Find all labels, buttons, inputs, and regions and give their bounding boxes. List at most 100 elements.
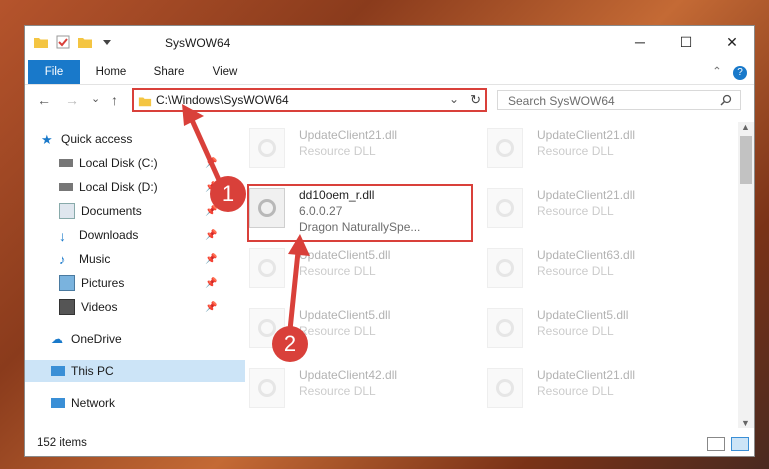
list-item[interactable]: UpdateClient5.dll Resource DLL	[249, 242, 459, 296]
sidebar-item-local-disk-c[interactable]: Local Disk (C:) 📌	[25, 152, 253, 174]
file-name: UpdateClient5.dll	[299, 248, 391, 262]
network-icon	[51, 398, 65, 408]
list-item[interactable]: UpdateClient5.dll Resource DLL	[487, 302, 697, 356]
file-name: UpdateClient5.dll	[537, 308, 629, 322]
document-icon	[59, 203, 75, 219]
list-item[interactable]: UpdateClient42.dll Resource DLL	[249, 362, 459, 416]
sidebar-item-downloads[interactable]: ↓ Downloads 📌	[25, 224, 253, 246]
pin-icon: 📌	[205, 253, 218, 265]
sidebar-item-quick-access[interactable]: ★ Quick access	[25, 128, 235, 150]
sidebar-item-network[interactable]: Network	[25, 392, 245, 414]
vertical-scrollbar[interactable]: ▲ ▼	[738, 122, 754, 428]
sidebar-item-label: Documents	[81, 204, 142, 218]
list-item[interactable]: UpdateClient63.dll Resource DLL	[487, 242, 697, 296]
scroll-up-icon[interactable]: ▲	[741, 122, 750, 132]
search-icon	[720, 94, 732, 106]
sidebar-item-label: Downloads	[79, 228, 139, 242]
dll-file-icon	[487, 248, 523, 288]
sidebar-item-onedrive[interactable]: ☁ OneDrive	[25, 328, 245, 350]
address-bar[interactable]: C:\Windows\SysWOW64 ⌄ ↻	[132, 88, 487, 112]
sidebar-item-label: This PC	[71, 364, 114, 378]
list-item[interactable]: UpdateClient21.dll Resource DLL	[487, 122, 697, 176]
file-type: Resource DLL	[299, 144, 376, 158]
selected-file-highlight	[247, 184, 473, 242]
item-count: 152 items	[37, 437, 87, 449]
sidebar-item-label: Videos	[81, 300, 118, 314]
help-button[interactable]: ?	[731, 60, 749, 84]
up-button[interactable]: ↑	[111, 92, 118, 108]
file-name: UpdateClient42.dll	[299, 368, 398, 382]
sidebar-item-music[interactable]: ♪ Music 📌	[25, 248, 253, 270]
music-icon: ♪	[59, 252, 66, 267]
ribbon-collapse-button[interactable]: ⌃	[707, 60, 727, 84]
star-icon: ★	[41, 132, 53, 147]
forward-button[interactable]: →	[65, 92, 79, 108]
search-box[interactable]: Search SysWOW64	[497, 90, 741, 110]
address-path: C:\Windows\SysWOW64	[156, 93, 289, 107]
sidebar-item-this-pc[interactable]: This PC	[25, 360, 245, 382]
video-icon	[59, 299, 75, 315]
pin-icon: 📌	[205, 301, 218, 313]
back-button[interactable]: ←	[37, 92, 51, 108]
file-name: UpdateClient21.dll	[537, 128, 636, 142]
file-name: UpdateClient21.dll	[299, 128, 398, 142]
pin-icon: 📌	[205, 157, 218, 169]
list-item[interactable]: UpdateClient21.dll Resource DLL	[249, 122, 459, 176]
ribbon-tabs: File Home Share View ⌃ ?	[25, 60, 754, 85]
sidebar-item-label: OneDrive	[71, 332, 122, 346]
dll-file-icon	[249, 248, 285, 288]
quick-access-toolbar	[33, 34, 115, 50]
file-type: Resource DLL	[537, 144, 614, 158]
sidebar-item-label: Network	[71, 396, 116, 410]
pin-icon: 📌	[205, 277, 218, 289]
step-2-badge: 2	[272, 326, 308, 362]
recent-locations-button[interactable]: ⌄	[91, 92, 100, 105]
file-type: Resource DLL	[299, 264, 376, 278]
list-item[interactable]: UpdateClient21.dll Resource DLL	[487, 182, 697, 236]
status-bar: 152 items	[25, 432, 754, 456]
sidebar-item-videos[interactable]: Videos 📌	[25, 296, 253, 318]
folder-icon	[138, 97, 152, 107]
minimize-button[interactable]: ─	[617, 26, 663, 58]
file-type: Resource DLL	[537, 204, 614, 218]
tab-view[interactable]: View	[201, 60, 249, 84]
window-title: SysWOW64	[165, 36, 231, 50]
scroll-down-icon[interactable]: ▼	[741, 418, 750, 428]
dll-file-icon	[487, 188, 523, 228]
tab-home[interactable]: Home	[87, 60, 135, 84]
navigation-pane: ★ Quick access Local Disk (C:) 📌 Local D…	[25, 122, 245, 422]
file-list: UpdateClient21.dll Resource DLL UpdateCl…	[221, 122, 741, 422]
details-view-icon[interactable]	[707, 437, 725, 451]
new-folder-icon[interactable]	[77, 34, 93, 50]
customize-toolbar-icon[interactable]	[99, 34, 115, 50]
dll-file-icon	[487, 308, 523, 348]
file-name: UpdateClient21.dll	[537, 188, 636, 202]
list-item[interactable]: UpdateClient21.dll Resource DLL	[487, 362, 697, 416]
close-button[interactable]: ✕	[709, 26, 755, 58]
tab-share[interactable]: Share	[145, 60, 193, 84]
file-name: UpdateClient21.dll	[537, 368, 636, 382]
sidebar-item-label: Music	[79, 252, 111, 266]
tab-file[interactable]: File	[28, 60, 80, 84]
step-1-badge: 1	[210, 176, 246, 212]
computer-icon	[51, 366, 65, 376]
maximize-button[interactable]: ☐	[663, 26, 709, 58]
file-type: Resource DLL	[537, 264, 614, 278]
scrollbar-thumb[interactable]	[740, 136, 752, 184]
folder-icon[interactable]	[33, 34, 49, 50]
large-icons-view-icon[interactable]	[731, 437, 749, 451]
picture-icon	[59, 275, 75, 291]
dll-file-icon	[487, 368, 523, 408]
chevron-down-icon[interactable]: ⌄	[449, 92, 459, 106]
cloud-icon: ☁	[51, 332, 63, 346]
refresh-button[interactable]: ↻	[470, 92, 481, 108]
file-name: UpdateClient5.dll	[299, 308, 391, 322]
sidebar-item-label: Pictures	[81, 276, 125, 290]
sidebar-item-label: Local Disk (D:)	[79, 180, 158, 194]
properties-icon[interactable]	[55, 34, 71, 50]
file-type: Resource DLL	[537, 324, 614, 338]
sidebar-item-pictures[interactable]: Pictures 📌	[25, 272, 253, 294]
pin-icon: 📌	[205, 229, 218, 241]
file-type: Resource DLL	[299, 384, 376, 398]
help-icon: ?	[733, 66, 747, 80]
